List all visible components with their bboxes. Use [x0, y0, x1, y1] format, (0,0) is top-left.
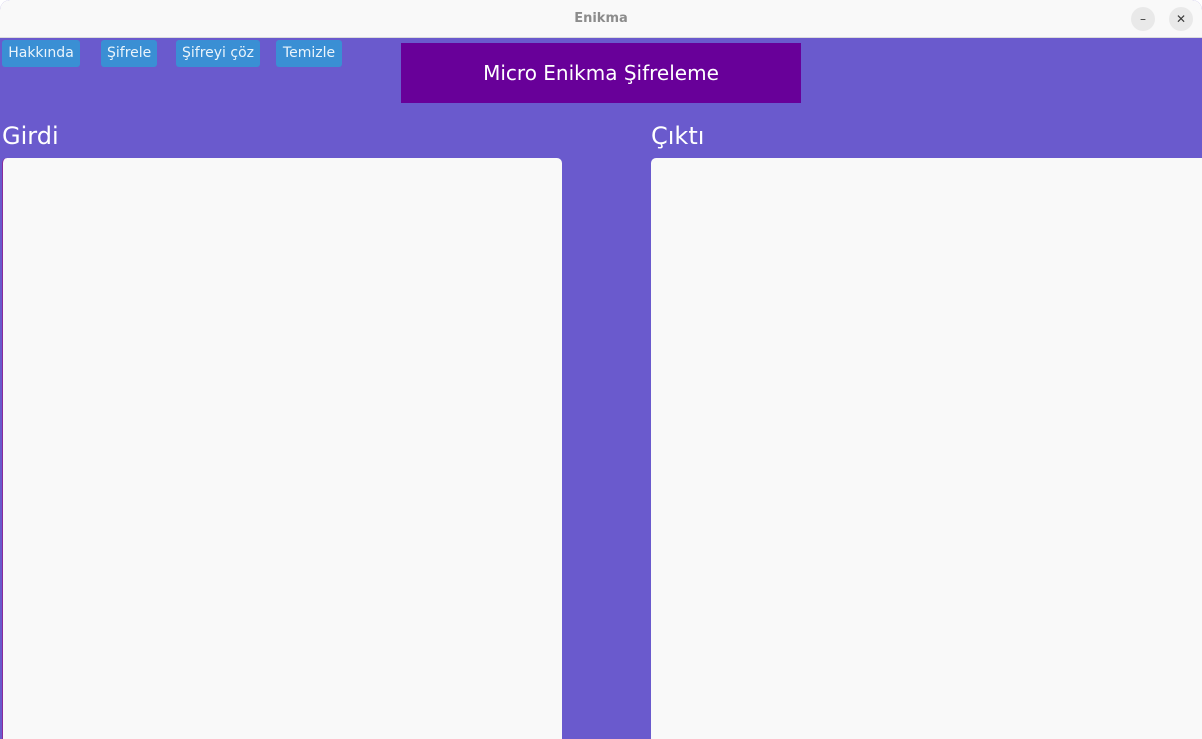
encrypt-button[interactable]: Şifrele [101, 40, 157, 67]
minimize-button[interactable]: – [1131, 7, 1155, 31]
input-label: Girdi [2, 122, 59, 150]
about-button[interactable]: Hakkında [2, 40, 80, 67]
title-bar[interactable]: Enikma – ✕ [0, 0, 1202, 38]
close-icon: ✕ [1175, 12, 1187, 26]
output-textarea[interactable] [651, 158, 1202, 739]
output-label: Çıktı [651, 122, 705, 150]
window-title: Enikma [574, 11, 628, 26]
app-banner: Micro Enikma Şifreleme [401, 43, 801, 103]
clear-button[interactable]: Temizle [276, 40, 342, 67]
app-window: Enikma – ✕ Hakkında Şifrele Şifreyi çöz … [0, 0, 1202, 739]
close-button[interactable]: ✕ [1169, 7, 1193, 31]
minimize-icon: – [1140, 12, 1146, 26]
input-textarea[interactable] [2, 158, 562, 739]
decrypt-button[interactable]: Şifreyi çöz [176, 40, 260, 67]
